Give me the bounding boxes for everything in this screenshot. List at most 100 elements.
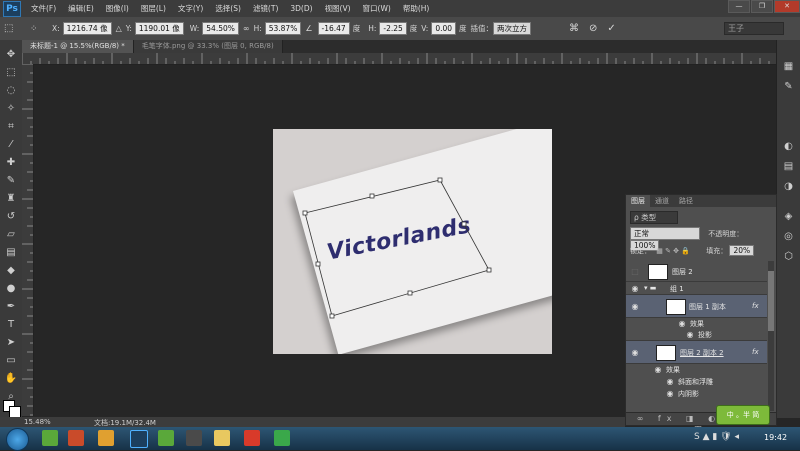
tab-layers[interactable]: 图层 — [626, 195, 650, 207]
tab-brush-font[interactable]: 毛笔字体.png @ 33.3% (图层 0, RGB/8) — [133, 40, 283, 53]
layer-row[interactable]: ◉ 图层 1 副本 fx — [626, 295, 767, 318]
app-icon[interactable] — [68, 430, 84, 446]
dodge-tool-icon[interactable]: ● — [3, 282, 19, 296]
paths-panel-icon[interactable]: ⬡ — [781, 250, 796, 263]
gradient-tool-icon[interactable]: ▤ — [3, 246, 19, 260]
h-input[interactable]: 53.87% — [264, 22, 302, 35]
move-tool-icon[interactable]: ✥ — [3, 48, 19, 62]
explorer-icon[interactable] — [214, 430, 230, 446]
reference-point-icon[interactable]: ⁘ — [30, 24, 44, 34]
lock-label: 锁定： — [630, 247, 651, 255]
ime-indicator[interactable]: 中 。半 简 — [716, 405, 770, 425]
menu-edit[interactable]: 编辑(E) — [62, 3, 100, 14]
photoshop-taskbar-icon[interactable] — [130, 430, 148, 448]
eye-icon[interactable]: ◉ — [629, 282, 641, 294]
fill-input[interactable]: 20% — [729, 245, 755, 256]
vskew-input[interactable]: 0.00 — [431, 22, 457, 35]
clock[interactable]: 19:42 — [764, 433, 787, 442]
zoom-level[interactable]: 15.48% — [24, 418, 51, 426]
system-tray-icons[interactable]: S ▲ ▮ 🛡 ◂ — [694, 432, 739, 442]
scrollbar-thumb[interactable] — [768, 271, 774, 331]
menu-type[interactable]: 文字(Y) — [172, 3, 209, 14]
shape-tool-icon[interactable]: ▭ — [3, 354, 19, 368]
menu-select[interactable]: 选择(S) — [209, 3, 247, 14]
app-icon[interactable] — [42, 430, 58, 446]
menu-layer[interactable]: 图层(L) — [135, 3, 172, 14]
menu-help[interactable]: 帮助(H) — [397, 3, 436, 14]
visibility-toggle[interactable]: □ — [629, 261, 641, 281]
commit-transform-icon[interactable]: ✓ — [607, 23, 615, 34]
x-input[interactable]: 1216.74 像 — [62, 22, 112, 35]
eye-icon[interactable]: ◉ — [664, 388, 676, 399]
chrome-icon[interactable] — [98, 430, 114, 446]
eye-icon[interactable]: ◉ — [664, 376, 676, 387]
interpolation-select[interactable]: 两次立方 — [493, 22, 532, 35]
eye-icon[interactable]: ◉ — [684, 329, 696, 340]
angle-input[interactable]: -16.47 — [317, 22, 350, 35]
tab-channels[interactable]: 通道 — [650, 195, 674, 207]
eraser-tool-icon[interactable]: ▱ — [3, 228, 19, 242]
tab-paths[interactable]: 路径 — [674, 195, 698, 207]
brush-tool-icon[interactable]: ✎ — [3, 174, 19, 188]
type-tool-icon[interactable]: T — [3, 318, 19, 332]
transform-tool-icon[interactable]: ⬚ — [4, 23, 24, 34]
layer-row[interactable]: □ 图层 2 — [626, 261, 767, 282]
pen-tool-icon[interactable]: ✒ — [3, 300, 19, 314]
history-panel-icon[interactable]: ▦ — [781, 60, 796, 73]
menu-filter[interactable]: 滤镜(T) — [247, 3, 284, 14]
path-selection-tool-icon[interactable]: ➤ — [3, 336, 19, 350]
app-icon[interactable] — [186, 430, 202, 446]
relative-position-icon[interactable]: △ — [116, 24, 122, 33]
menu-view[interactable]: 视图(V) — [319, 3, 357, 14]
eye-icon[interactable]: ◉ — [629, 295, 641, 317]
workspace-select[interactable]: 王子 — [724, 22, 784, 35]
blur-tool-icon[interactable]: ◆ — [3, 264, 19, 278]
app-icon[interactable] — [158, 430, 174, 446]
lasso-tool-icon[interactable]: ◌ — [3, 84, 19, 98]
app-icon[interactable] — [244, 430, 260, 446]
link-icon[interactable]: ∞ — [243, 24, 250, 33]
eye-icon[interactable]: ◉ — [629, 341, 641, 363]
maximize-button[interactable]: ❐ — [751, 0, 773, 13]
adjustments-panel-icon[interactable]: ◑ — [781, 180, 796, 193]
crop-tool-icon[interactable]: ⌗ — [3, 120, 19, 134]
y-input[interactable]: 1190.01 像 — [134, 22, 184, 35]
color-panel-icon[interactable]: ◐ — [781, 140, 796, 153]
group-row[interactable]: ◉ ▾ ▬ 组 1 — [626, 282, 767, 295]
menu-3d[interactable]: 3D(D) — [284, 4, 318, 13]
channels-panel-icon[interactable]: ◎ — [781, 230, 796, 243]
minimize-button[interactable]: — — [728, 0, 750, 13]
tab-untitled-1[interactable]: 未标题-1 @ 15.5%(RGB/8) * — [22, 40, 134, 53]
fill-label: 填充： — [706, 247, 728, 255]
layer-row[interactable]: ◉ 图层 2 副本 2 fx — [626, 341, 767, 364]
lock-icons[interactable]: ▦ ✎ ✥ 🔒 — [656, 247, 690, 255]
app-icon[interactable] — [274, 430, 290, 446]
history-brush-tool-icon[interactable]: ↺ — [3, 210, 19, 224]
layers-panel-icon[interactable]: ◈ — [781, 210, 796, 223]
warp-icon[interactable]: ⌘ — [569, 23, 579, 34]
eye-icon[interactable]: ◉ — [676, 318, 688, 329]
hskew-input[interactable]: -2.25 — [379, 22, 407, 35]
blend-mode-select[interactable]: 正常 — [630, 227, 700, 240]
stamp-tool-icon[interactable]: ♜ — [3, 192, 19, 206]
marquee-tool-icon[interactable]: ⬚ — [3, 66, 19, 80]
magic-wand-tool-icon[interactable]: ✧ — [3, 102, 19, 116]
close-button[interactable]: ✕ — [774, 0, 800, 13]
menu-window[interactable]: 窗口(W) — [357, 3, 397, 14]
layers-scrollbar[interactable] — [768, 261, 774, 411]
hand-tool-icon[interactable]: ✋ — [3, 372, 19, 386]
healing-tool-icon[interactable]: ✚ — [3, 156, 19, 170]
eye-icon[interactable]: ◉ — [652, 364, 664, 375]
menu-file[interactable]: 文件(F) — [25, 3, 62, 14]
cancel-transform-icon[interactable]: ⊘ — [589, 23, 597, 34]
w-input[interactable]: 54.50% — [202, 22, 239, 35]
start-button[interactable] — [6, 428, 29, 451]
fx-badge[interactable]: fx — [752, 302, 759, 310]
layer-filter-select[interactable]: ρ 类型 — [630, 211, 678, 224]
w-label: W: — [189, 24, 200, 33]
fx-badge[interactable]: fx — [752, 348, 759, 356]
brush-panel-icon[interactable]: ✎ — [781, 80, 796, 93]
eyedropper-tool-icon[interactable]: ⁄ — [3, 138, 19, 152]
menu-image[interactable]: 图像(I) — [100, 3, 135, 14]
swatches-panel-icon[interactable]: ▤ — [781, 160, 796, 173]
